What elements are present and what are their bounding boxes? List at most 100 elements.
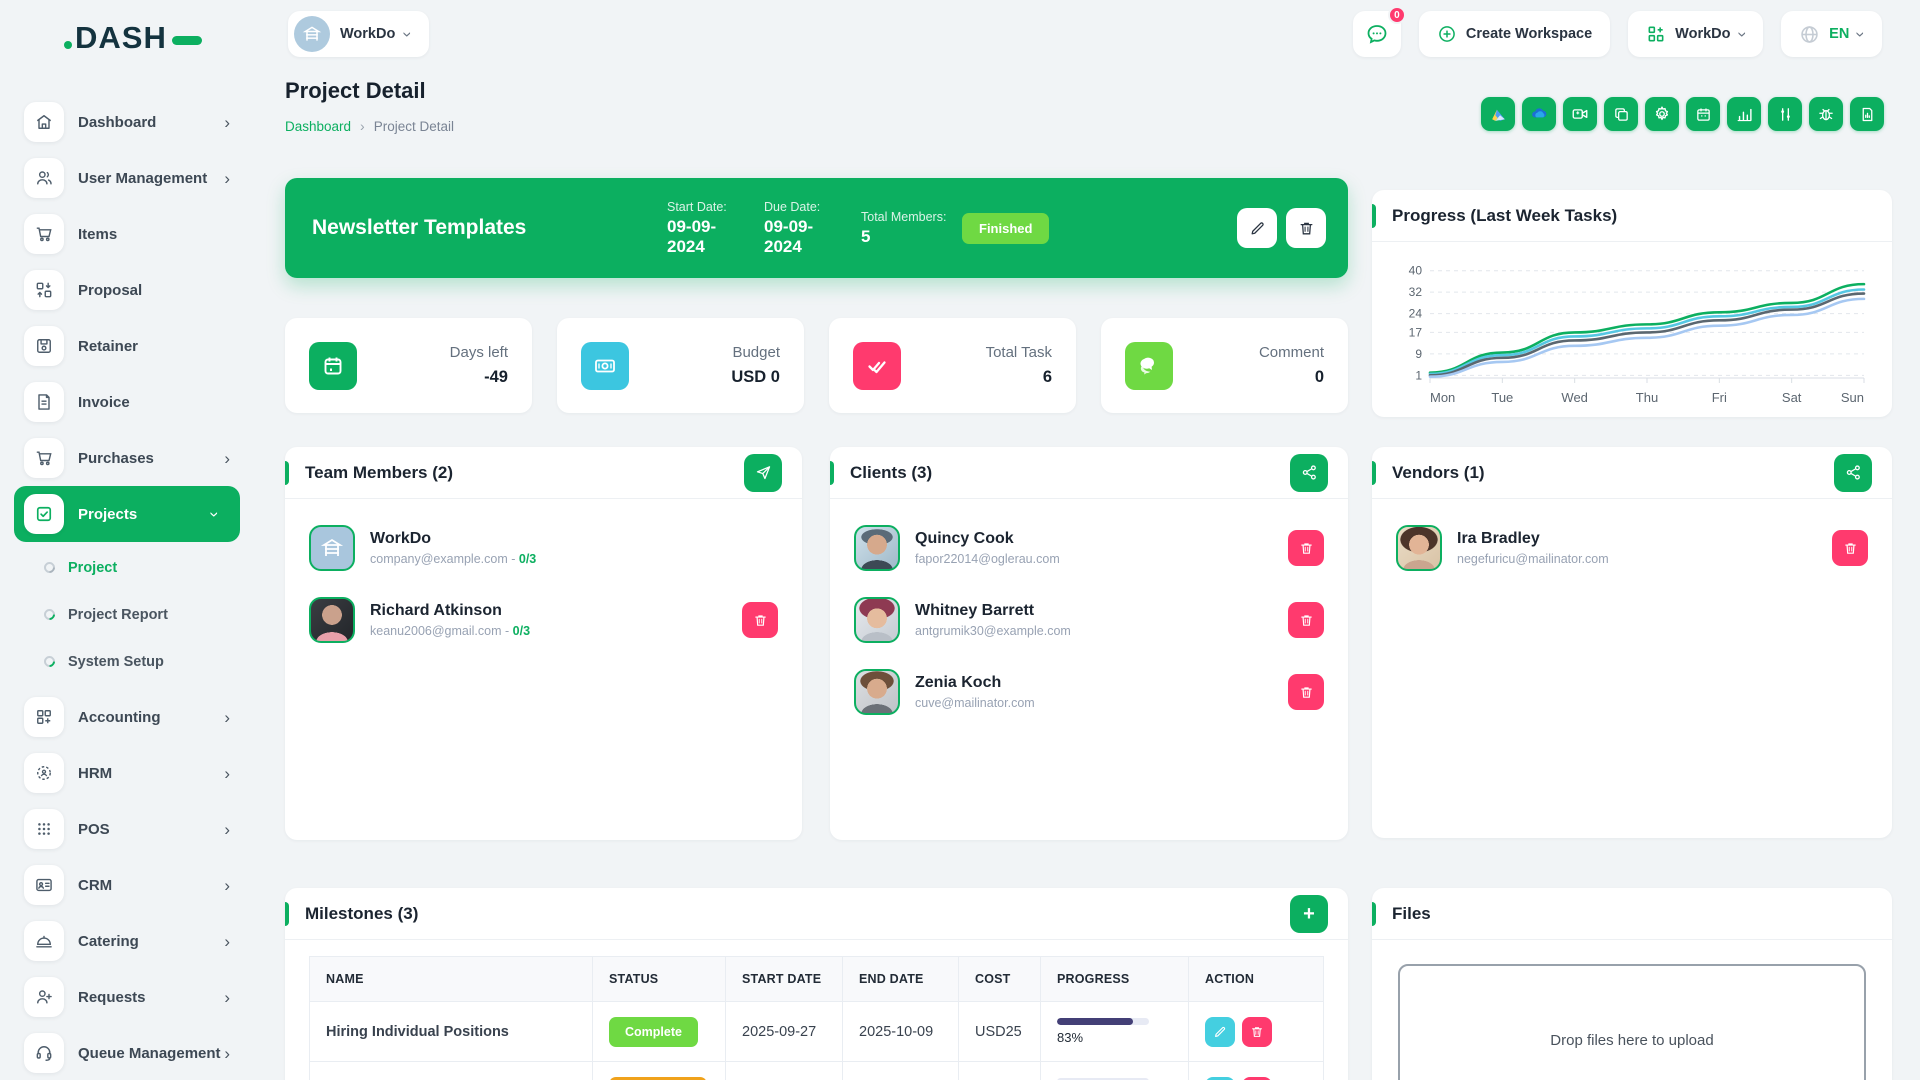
accounting-grid-icon	[24, 697, 64, 737]
sidebar-subitem-system-setup[interactable]: System Setup	[0, 638, 258, 685]
sidebar-item-invoice[interactable]: Invoice	[0, 374, 258, 430]
proposal-icon	[24, 270, 64, 310]
logo-dash-bar	[172, 36, 202, 45]
sidebar-item-purchases[interactable]: Purchases ›	[0, 430, 258, 486]
delete-milestone-button[interactable]	[1242, 1017, 1272, 1047]
sidebar-subitem-project[interactable]: Project	[0, 544, 258, 591]
hrm-icon	[24, 753, 64, 793]
double-check-icon	[853, 342, 901, 390]
messenger-button[interactable]: 0	[1353, 11, 1401, 57]
language-selector[interactable]: EN ›	[1781, 11, 1882, 57]
users-icon	[24, 158, 64, 198]
edit-milestone-button[interactable]	[1205, 1017, 1235, 1047]
report-file-button[interactable]	[1850, 97, 1884, 131]
dash-logo[interactable]: DASH	[64, 20, 202, 56]
copy-button[interactable]	[1604, 97, 1638, 131]
sidebar-item-accounting[interactable]: Accounting ›	[0, 689, 258, 745]
share-vendors-button[interactable]	[1834, 454, 1872, 492]
svg-text:32: 32	[1409, 285, 1423, 299]
vendor-row: Ira Bradley negefuricu@mailinator.com	[1372, 525, 1892, 571]
bar-chart-button[interactable]	[1727, 97, 1761, 131]
calendar-button[interactable]	[1686, 97, 1720, 131]
start-date-field: Start Date: 09-09-2024	[667, 200, 753, 257]
edit-milestone-button[interactable]	[1205, 1077, 1235, 1080]
share-clients-button[interactable]	[1290, 454, 1328, 492]
client-row: Whitney Barrett antgrumik30@example.com	[830, 597, 1348, 643]
grid-plus-icon	[1646, 24, 1666, 44]
add-milestone-button[interactable]: +	[1290, 895, 1328, 933]
vendors-card: Vendors (1) Ira Bradley negefuricu@maili…	[1372, 447, 1892, 838]
check-square-icon	[24, 494, 64, 534]
svg-text:Wed: Wed	[1561, 390, 1588, 405]
home-icon	[24, 102, 64, 142]
remove-vendor-button[interactable]	[1832, 530, 1868, 566]
file-dropzone[interactable]: Drop files here to upload	[1398, 964, 1866, 1080]
remove-client-button[interactable]	[1288, 602, 1324, 638]
delete-project-button[interactable]	[1286, 208, 1326, 248]
invite-member-button[interactable]	[744, 454, 782, 492]
trash-icon	[1250, 1025, 1264, 1039]
sidebar-item-queue-management[interactable]: Queue Management ›	[0, 1025, 258, 1080]
remove-member-button[interactable]	[742, 602, 778, 638]
sidebar-item-dashboard[interactable]: Dashboard ›	[0, 94, 258, 150]
invoice-icon	[24, 382, 64, 422]
workspace-avatar	[294, 16, 330, 52]
sidebar-item-items[interactable]: Items	[0, 206, 258, 262]
sidebar-item-hrm[interactable]: HRM ›	[0, 745, 258, 801]
chevron-right-icon: ›	[224, 450, 230, 467]
remove-client-button[interactable]	[1288, 530, 1324, 566]
workspace-switcher[interactable]: WorkDo ›	[1628, 11, 1763, 57]
share-icon	[1301, 464, 1318, 481]
edit-project-button[interactable]	[1237, 208, 1277, 248]
chevron-right-icon: ›	[224, 989, 230, 1006]
stat-days-left: Days left -49	[285, 318, 532, 413]
kanban-board-button[interactable]	[1768, 97, 1802, 131]
circle-bullet-icon	[42, 654, 58, 670]
trash-icon	[1299, 541, 1314, 556]
chat-icon	[1125, 342, 1173, 390]
chevron-right-icon: ›	[224, 1045, 230, 1062]
trash-icon	[1299, 613, 1314, 628]
svg-text:1: 1	[1415, 368, 1422, 382]
clients-title: Clients (3)	[850, 463, 932, 483]
sidebar-subitem-project-report[interactable]: Project Report	[0, 591, 258, 638]
due-date-field: Due Date: 09-09-2024	[764, 200, 850, 257]
sidebar-item-crm[interactable]: CRM ›	[0, 857, 258, 913]
client-avatar	[854, 597, 900, 643]
project-status-badge: Finished	[962, 213, 1049, 244]
create-workspace-button[interactable]: Create Workspace	[1419, 11, 1610, 57]
sidebar-item-user-management[interactable]: User Management ›	[0, 150, 258, 206]
chevron-right-icon: ›	[224, 170, 230, 187]
google-drive-button[interactable]	[1481, 97, 1515, 131]
sidebar-item-requests[interactable]: Requests ›	[0, 969, 258, 1025]
files-card: Files Drop files here to upload	[1372, 888, 1892, 1080]
milestone-status-badge: Complete	[609, 1017, 698, 1047]
sidebar-item-projects[interactable]: Projects ›	[14, 486, 240, 542]
settings-button[interactable]	[1645, 97, 1679, 131]
onedrive-button[interactable]	[1522, 97, 1556, 131]
progress-label: 83%	[1057, 1030, 1172, 1045]
user-plus-icon	[24, 977, 64, 1017]
sidebar-item-catering[interactable]: Catering ›	[0, 913, 258, 969]
paper-plane-icon	[755, 464, 772, 481]
milestone-status-badge: Incomplete	[609, 1077, 707, 1080]
delete-milestone-button[interactable]	[1242, 1077, 1272, 1080]
workspace-pill[interactable]: WorkDo ›	[288, 11, 429, 57]
chevron-right-icon: ›	[224, 709, 230, 726]
chevron-right-icon: ›	[224, 765, 230, 782]
svg-text:Tue: Tue	[1491, 390, 1513, 405]
sidebar-item-pos[interactable]: POS ›	[0, 801, 258, 857]
globe-icon	[1799, 24, 1820, 45]
bug-report-button[interactable]	[1809, 97, 1843, 131]
sidebar-item-proposal[interactable]: Proposal	[0, 262, 258, 318]
crm-card-icon	[24, 865, 64, 905]
chevron-down-icon: ›	[400, 31, 417, 37]
project-banner: Newsletter Templates Start Date: 09-09-2…	[285, 178, 1348, 278]
breadcrumb-dashboard-link[interactable]: Dashboard	[285, 119, 351, 134]
remove-client-button[interactable]	[1288, 674, 1324, 710]
project-name: Newsletter Templates	[312, 216, 667, 240]
catering-icon	[24, 921, 64, 961]
sidebar-item-retainer[interactable]: Retainer	[0, 318, 258, 374]
video-camera-button[interactable]	[1563, 97, 1597, 131]
stat-total-task: Total Task 6	[829, 318, 1076, 413]
